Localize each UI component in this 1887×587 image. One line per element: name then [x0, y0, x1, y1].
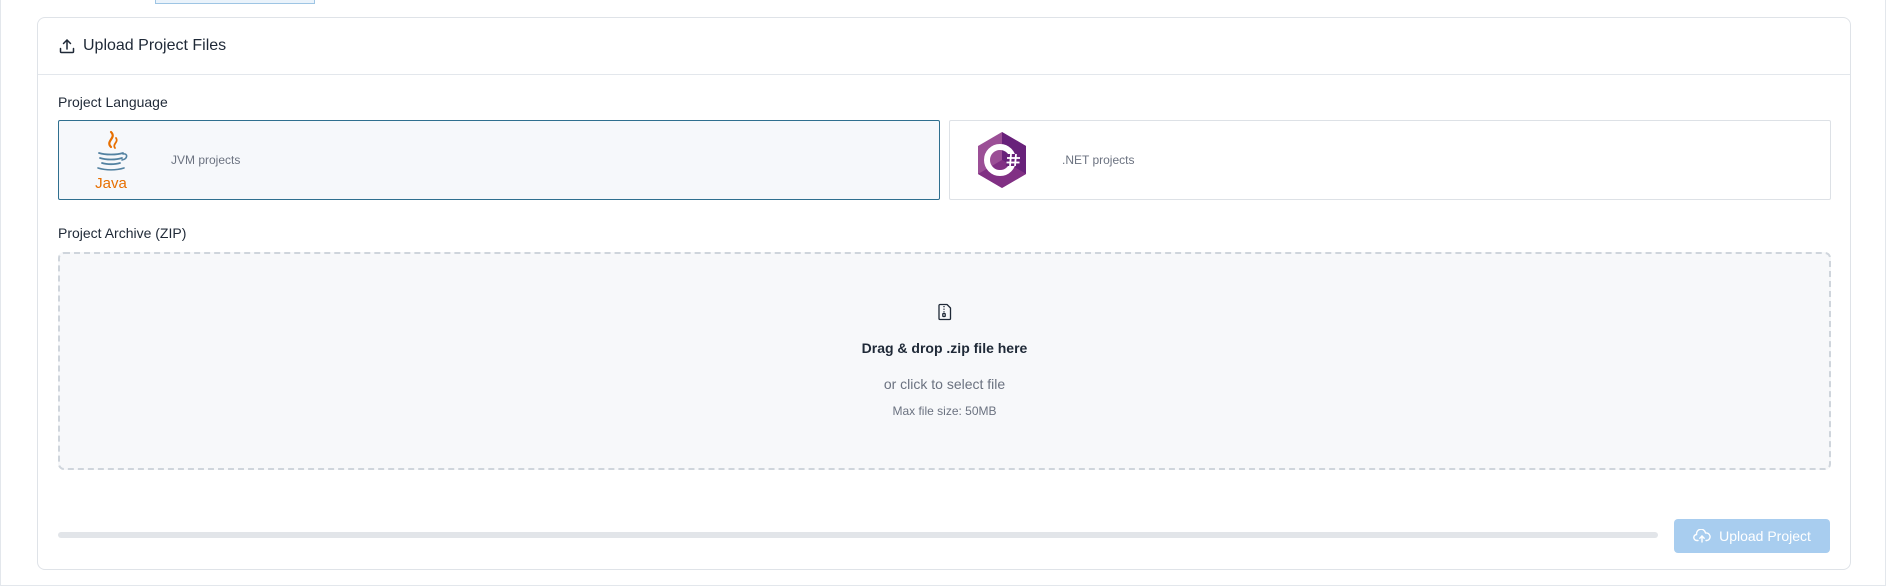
- language-option-jvm[interactable]: Java JVM projects: [58, 120, 940, 200]
- language-option-label: JVM projects: [171, 153, 241, 167]
- language-option-label: .NET projects: [1062, 153, 1135, 167]
- zip-file-icon: [937, 303, 953, 321]
- project-language-label: Project Language: [58, 94, 168, 110]
- dropzone-max-size: Max file size: 50MB: [892, 404, 997, 418]
- upload-project-button[interactable]: Upload Project: [1674, 519, 1830, 553]
- csharp-logo: [970, 128, 1034, 192]
- cloud-upload-icon: [1693, 529, 1711, 543]
- top-tab-fragment[interactable]: [155, 0, 315, 4]
- dropzone-subtitle: or click to select file: [883, 376, 1006, 392]
- project-archive-label: Project Archive (ZIP): [58, 225, 187, 241]
- upload-card: Upload Project Files Project Language Ja…: [37, 17, 1851, 570]
- java-logo-text: Java: [95, 175, 127, 192]
- upload-project-label: Upload Project: [1719, 528, 1811, 544]
- dropzone-title: Drag & drop .zip file here: [861, 340, 1028, 356]
- java-logo: Java: [79, 128, 143, 192]
- upload-icon: [58, 37, 76, 55]
- language-option-dotnet[interactable]: .NET projects: [949, 120, 1831, 200]
- card-header: Upload Project Files: [38, 18, 1850, 75]
- card-title: Upload Project Files: [83, 37, 227, 54]
- zip-dropzone[interactable]: Drag & drop .zip file here or click to s…: [58, 252, 1831, 470]
- upload-progress-bar: [58, 532, 1658, 538]
